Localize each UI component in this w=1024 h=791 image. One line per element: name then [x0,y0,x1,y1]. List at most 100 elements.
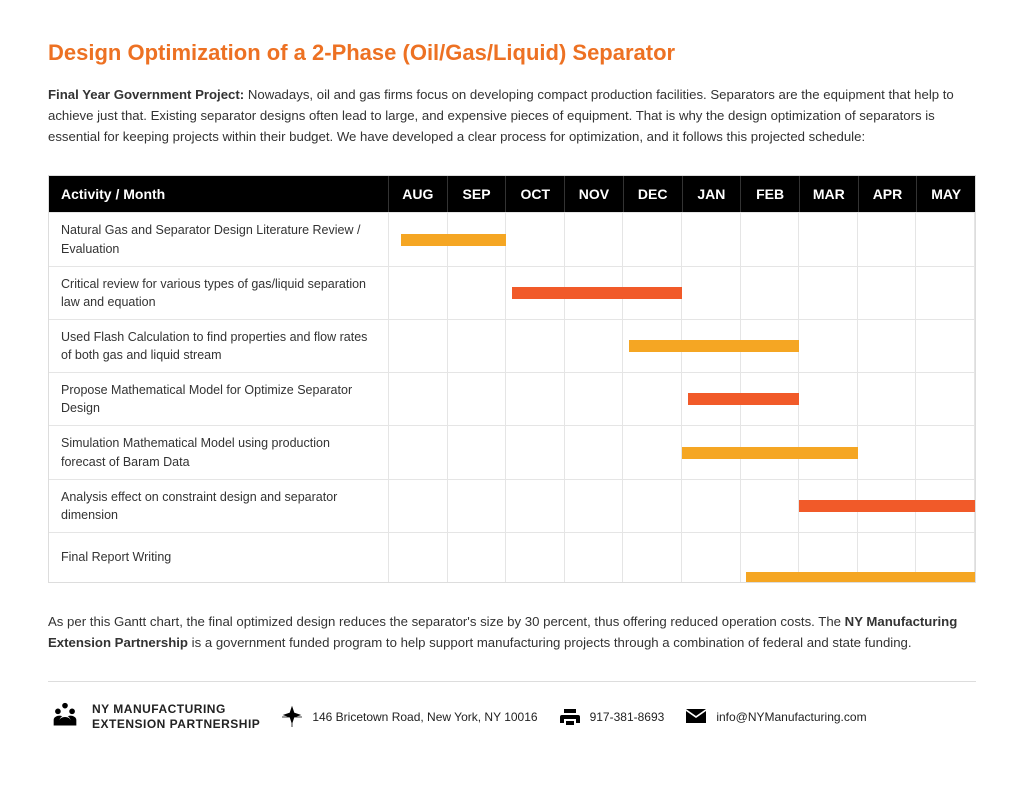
gantt-activity-label: Used Flash Calculation to find propertie… [49,320,389,372]
compass-icon [280,705,304,729]
gantt-month-cell [682,267,741,319]
gantt-activity-label: Final Report Writing [49,533,389,582]
gantt-bar [512,287,682,299]
footer-address-text: 146 Bricetown Road, New York, NY 10016 [312,710,537,724]
intro-paragraph: Final Year Government Project: Nowadays,… [48,84,976,147]
gantt-row: Natural Gas and Separator Design Literat… [49,212,975,265]
gantt-header-month: FEB [741,176,800,212]
gantt-month-cell [858,373,917,425]
gantt-month-cell [506,320,565,372]
gantt-month-cell [799,213,858,265]
gantt-month-cell [623,533,682,582]
footer-email: info@NYManufacturing.com [684,705,866,729]
gantt-month-cell [389,267,448,319]
gantt-month-cell [565,320,624,372]
gantt-month-cell [623,426,682,478]
gantt-activity-label: Critical review for various types of gas… [49,267,389,319]
gantt-chart: Activity / Month AUGSEPOCTNOVDECJANFEB MA… [48,175,976,583]
gantt-bar [682,447,858,459]
gantt-month-cell [799,373,858,425]
gantt-month-cell [506,373,565,425]
gantt-month-cell [565,426,624,478]
gantt-month-cell [799,320,858,372]
people-icon [48,700,82,734]
gantt-header-row: Activity / Month AUGSEPOCTNOVDECJANFEB MA… [49,176,975,212]
footer-org: NY MANUFACTURING EXTENSION PARTNERSHIP [48,700,260,734]
gantt-month-cell [916,426,975,478]
footer-phone: 917-381-8693 [558,705,665,729]
footer: NY MANUFACTURING EXTENSION PARTNERSHIP 1… [48,700,976,734]
gantt-bar [401,234,506,246]
gantt-row: Analysis effect on constraint design and… [49,479,975,532]
gantt-month-cell [858,426,917,478]
gantt-month-cell [448,373,507,425]
envelope-icon [684,705,708,729]
gantt-month-cell [916,373,975,425]
intro-bold: Final Year Government Project: [48,87,244,102]
gantt-header-month: MAY [917,176,975,212]
gantt-month-cell [506,213,565,265]
gantt-month-cell [741,480,800,532]
gantt-activity-label: Natural Gas and Separator Design Literat… [49,213,389,265]
gantt-month-cell [389,533,448,582]
gantt-month-cell [623,373,682,425]
gantt-bar [746,572,975,582]
gantt-header-month: NOV [565,176,624,212]
gantt-month-cell [448,480,507,532]
gantt-bar-area [389,426,975,478]
gantt-month-cell [682,533,741,582]
gantt-month-cell [565,213,624,265]
gantt-activity-label: Propose Mathematical Model for Optimize … [49,373,389,425]
gantt-month-cell [916,320,975,372]
gantt-row: Critical review for various types of gas… [49,266,975,319]
gantt-bar [629,340,799,352]
gantt-bar-area [389,267,975,319]
gantt-month-cell [858,320,917,372]
gantt-month-cell [799,267,858,319]
gantt-header-month: AUG [389,176,448,212]
footer-email-text: info@NYManufacturing.com [716,710,866,724]
footer-phone-text: 917-381-8693 [590,710,665,724]
gantt-month-cell [741,267,800,319]
outro-post: is a government funded program to help s… [188,635,912,650]
outro-pre: As per this Gantt chart, the final optim… [48,614,845,629]
gantt-month-cell [389,426,448,478]
gantt-month-cell [506,480,565,532]
gantt-month-cell [565,480,624,532]
gantt-month-cell [448,426,507,478]
gantt-header-month: JAN [683,176,742,212]
gantt-header-month: DEC [624,176,683,212]
gantt-row: Final Report Writing [49,532,975,582]
gantt-month-cell [741,213,800,265]
gantt-month-cell [858,213,917,265]
gantt-activity-label: Analysis effect on constraint design and… [49,480,389,532]
gantt-month-cell [565,533,624,582]
gantt-month-cell [506,533,565,582]
gantt-month-cell [448,320,507,372]
gantt-header-month: SEP [448,176,507,212]
outro-paragraph: As per this Gantt chart, the final optim… [48,611,976,653]
footer-divider [48,681,976,682]
footer-org-line1: NY MANUFACTURING [92,702,260,717]
gantt-month-cell [389,480,448,532]
gantt-activity-label: Simulation Mathematical Model using prod… [49,426,389,478]
gantt-month-cell [389,320,448,372]
page-title: Design Optimization of a 2-Phase (Oil/Ga… [48,40,976,66]
gantt-header-month: OCT [506,176,565,212]
gantt-bar [799,500,975,512]
gantt-month-cell [916,267,975,319]
gantt-month-cell [389,373,448,425]
footer-org-line2: EXTENSION PARTNERSHIP [92,717,260,732]
footer-address: 146 Bricetown Road, New York, NY 10016 [280,705,537,729]
gantt-month-cell [682,480,741,532]
gantt-month-cell [565,373,624,425]
gantt-bar-area [389,320,975,372]
gantt-header-activity: Activity / Month [49,176,389,212]
footer-org-name: NY MANUFACTURING EXTENSION PARTNERSHIP [92,702,260,732]
fax-icon [558,705,582,729]
gantt-row: Used Flash Calculation to find propertie… [49,319,975,372]
gantt-row: Propose Mathematical Model for Optimize … [49,372,975,425]
gantt-month-cell [916,213,975,265]
gantt-month-cell [623,213,682,265]
gantt-bar-area [389,373,975,425]
